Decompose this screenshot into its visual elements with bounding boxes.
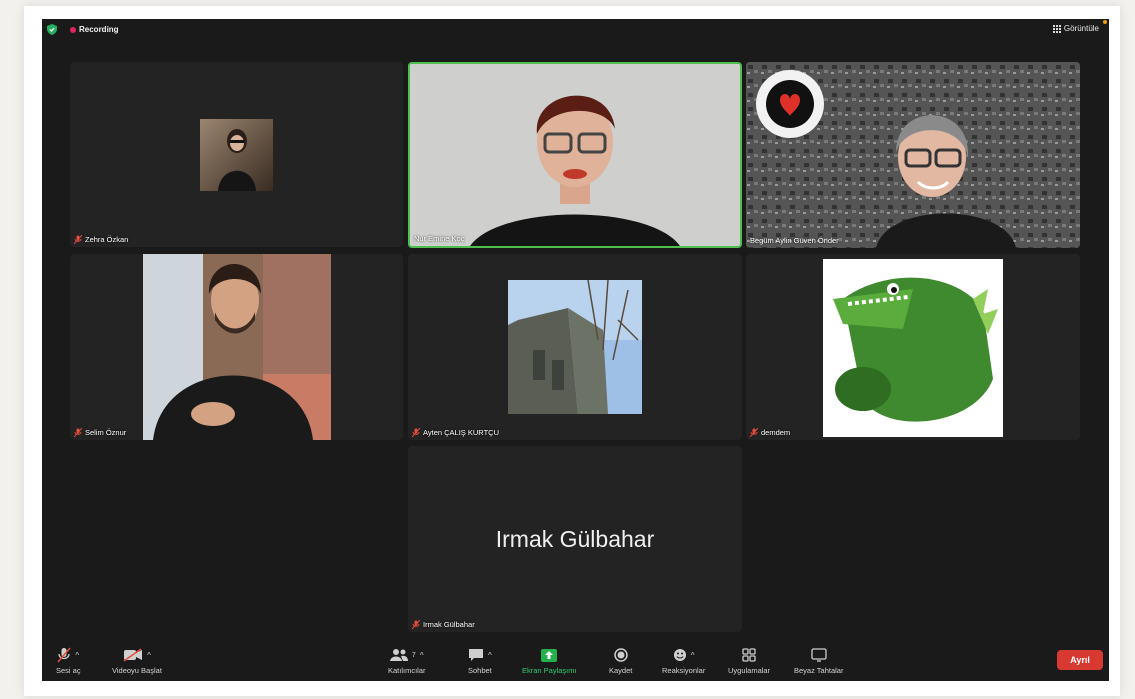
chevron-up-icon[interactable]: ^ xyxy=(420,651,424,660)
unmute-label: Sesi aç xyxy=(56,666,81,675)
share-screen-icon xyxy=(541,648,558,662)
participant-name-label: Selim Öznur xyxy=(85,428,127,437)
start-video-label: Videoyu Başlat xyxy=(112,666,162,675)
participant-name-label: Zehra Özkan xyxy=(85,235,129,244)
participants-icon xyxy=(389,649,408,661)
participant-name-label: demdem xyxy=(761,428,791,437)
participant-name: demdem xyxy=(750,428,790,437)
meeting-topbar: Recording Görüntüle xyxy=(42,19,1109,41)
mic-muted-icon xyxy=(750,428,758,437)
recording-label[interactable]: Recording xyxy=(79,25,119,34)
mic-muted-icon xyxy=(412,428,420,437)
chevron-up-icon[interactable]: ^ xyxy=(691,651,695,660)
participant-name: Begüm Aylin Güven Önder xyxy=(750,236,839,245)
reactions-button[interactable]: ^ Reaksiyonlar xyxy=(662,647,705,675)
record-label: Kaydet xyxy=(609,666,633,675)
notification-dot xyxy=(1103,20,1107,24)
participant-tile[interactable]: Irmak Gülbahar Irmak Gülbahar xyxy=(408,446,742,632)
participant-name: Irmak Gülbahar xyxy=(412,620,475,629)
chevron-up-icon[interactable]: ^ xyxy=(147,651,151,660)
participant-name-label: Nur Emine Koç xyxy=(414,234,465,243)
leave-button[interactable]: Ayrıl xyxy=(1057,650,1103,670)
recording-dot-icon xyxy=(70,27,76,33)
apps-icon xyxy=(742,648,756,662)
apps-button[interactable]: Uygulamalar xyxy=(728,647,770,675)
video-off-icon xyxy=(123,648,143,662)
participant-tile[interactable]: Zehra Özkan xyxy=(70,62,403,247)
participants-button[interactable]: 7 ^ Katılımcılar xyxy=(388,647,426,675)
start-video-button[interactable]: ^ Videoyu Başlat xyxy=(112,647,162,675)
meeting-toolbar: ^ Sesi aç ^ Videoyu Başlat 7 ^ Katılımcı… xyxy=(42,643,1109,681)
chat-icon xyxy=(469,649,483,661)
whiteboard-label: Beyaz Tahtalar xyxy=(794,666,844,675)
participant-name: Nur Emine Koç xyxy=(414,234,464,243)
apps-label: Uygulamalar xyxy=(728,666,771,675)
whiteboard-icon xyxy=(811,648,827,662)
whiteboard-button[interactable]: Beyaz Tahtalar xyxy=(794,647,843,675)
participant-video xyxy=(746,62,1080,248)
reactions-label: Reaksiyonlar xyxy=(662,666,706,675)
mic-muted-icon xyxy=(412,620,420,629)
participant-name-label: Irmak Gülbahar xyxy=(423,620,475,629)
participant-display-name: Irmak Gülbahar xyxy=(495,526,655,552)
view-button[interactable]: Görüntüle xyxy=(1052,24,1099,33)
chevron-up-icon[interactable]: ^ xyxy=(488,651,492,660)
record-icon xyxy=(613,648,628,662)
unmute-button[interactable]: ^ Sesi aç xyxy=(56,647,81,675)
participant-tile[interactable]: Ayten ÇALIŞ KURTÇU xyxy=(408,254,742,440)
profile-photo xyxy=(823,259,1003,437)
share-screen-button[interactable]: Ekran Paylaşımı xyxy=(522,647,577,675)
reactions-icon xyxy=(673,649,686,661)
participant-name: Zehra Özkan xyxy=(74,235,128,244)
participant-tile[interactable]: Selim Öznur xyxy=(70,254,403,440)
profile-photo xyxy=(200,119,273,191)
chevron-up-icon[interactable]: ^ xyxy=(75,651,79,660)
participant-video xyxy=(410,64,740,246)
mic-muted-icon xyxy=(57,647,71,663)
record-button[interactable]: Kaydet xyxy=(609,647,632,675)
zoom-meeting-window: Recording Görüntüle Zehra Özkan Nur Emin… xyxy=(42,19,1109,681)
participants-count: 7 xyxy=(411,651,416,659)
profile-photo xyxy=(508,280,642,414)
participant-name-label: Ayten ÇALIŞ KURTÇU xyxy=(423,428,499,437)
participant-name: Selim Öznur xyxy=(74,428,126,437)
view-label: Görüntüle xyxy=(1063,24,1099,33)
participant-video xyxy=(143,254,331,440)
participants-label: Katılımcılar xyxy=(388,666,426,675)
participant-tile[interactable]: Begüm Aylin Güven Önder xyxy=(746,62,1080,248)
mic-muted-icon xyxy=(74,235,82,244)
participant-name-label: Begüm Aylin Güven Önder xyxy=(750,236,839,245)
participant-name: Ayten ÇALIŞ KURTÇU xyxy=(412,428,499,437)
participant-tile[interactable]: demdem xyxy=(746,254,1080,440)
chat-label: Sohbet xyxy=(468,666,492,675)
shield-icon[interactable] xyxy=(47,24,57,35)
chat-button[interactable]: ^ Sohbet xyxy=(468,647,492,675)
share-screen-label: Ekran Paylaşımı xyxy=(522,666,577,675)
mic-muted-icon xyxy=(74,428,82,437)
grid-icon xyxy=(1052,24,1061,33)
participant-tile[interactable]: Nur Emine Koç xyxy=(408,62,742,248)
